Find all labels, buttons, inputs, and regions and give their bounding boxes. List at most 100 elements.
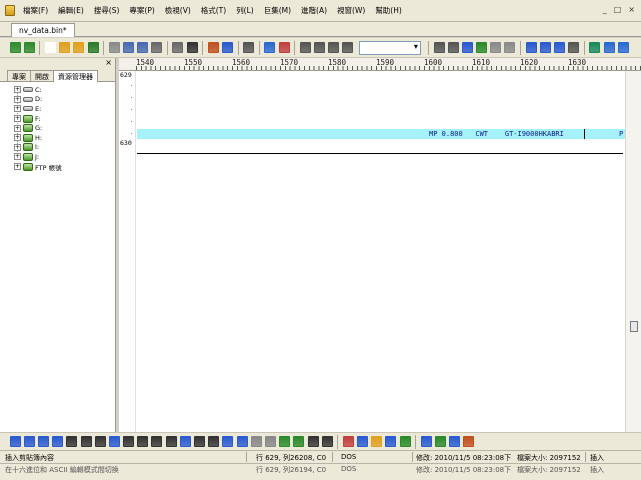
toolbar-button-icon[interactable] bbox=[293, 436, 305, 447]
toolbar-button-icon[interactable] bbox=[222, 42, 234, 53]
toolbar-button-icon[interactable] bbox=[463, 436, 475, 447]
toolbar-button-icon[interactable] bbox=[278, 42, 290, 53]
toolbar-button-icon[interactable] bbox=[357, 436, 369, 447]
toolbar-button-icon[interactable] bbox=[222, 436, 234, 447]
tree-item[interactable]: + FTP 帳號 bbox=[14, 162, 115, 172]
restore-icon[interactable]: □ bbox=[614, 5, 622, 14]
tree-item[interactable]: + E: bbox=[14, 104, 115, 114]
toolbar-button-icon[interactable] bbox=[137, 42, 149, 53]
tab-project[interactable]: 專案 bbox=[7, 70, 31, 81]
toolbar-button-icon[interactable] bbox=[313, 42, 325, 53]
toolbar-button-icon[interactable] bbox=[23, 436, 35, 447]
toolbar-combo[interactable] bbox=[358, 40, 421, 55]
toolbar-button-icon[interactable] bbox=[420, 436, 432, 447]
toolbar-button-icon[interactable] bbox=[172, 42, 184, 53]
tree-item[interactable]: + F: bbox=[14, 114, 115, 124]
toolbar-button-icon[interactable] bbox=[371, 436, 383, 447]
toolbar-button-icon[interactable] bbox=[449, 436, 461, 447]
close-icon[interactable]: × bbox=[628, 5, 635, 14]
tree-item[interactable]: + G: bbox=[14, 123, 115, 133]
toolbar-button-icon[interactable] bbox=[399, 436, 411, 447]
menu-window[interactable]: 視窗(W) bbox=[332, 5, 370, 16]
expand-icon[interactable]: + bbox=[14, 95, 21, 103]
vertical-scrollbar[interactable] bbox=[625, 71, 641, 437]
toolbar-button-icon[interactable] bbox=[328, 42, 340, 53]
toolbar-button-icon[interactable] bbox=[264, 436, 276, 447]
toolbar-button-icon[interactable] bbox=[23, 42, 35, 53]
tab-explorer[interactable]: 資源管理器 bbox=[53, 70, 98, 82]
menu-search[interactable]: 搜尋(S) bbox=[89, 5, 125, 16]
toolbar-button-icon[interactable] bbox=[207, 42, 219, 53]
toolbar-button-icon[interactable] bbox=[342, 42, 354, 53]
toolbar-button-icon[interactable] bbox=[208, 436, 220, 447]
menu-column[interactable]: 列(L) bbox=[231, 5, 259, 16]
toolbar-button-icon[interactable] bbox=[108, 436, 120, 447]
tree-item[interactable]: + J: bbox=[14, 152, 115, 162]
toolbar-button-icon[interactable] bbox=[151, 436, 163, 447]
expand-icon[interactable]: + bbox=[14, 153, 21, 161]
expand-icon[interactable]: + bbox=[14, 115, 21, 123]
toolbar-button-icon[interactable] bbox=[279, 436, 291, 447]
toolbar-button-icon[interactable] bbox=[37, 436, 49, 447]
toolbar-button-icon[interactable] bbox=[476, 42, 488, 53]
toolbar-button-icon[interactable] bbox=[539, 42, 551, 53]
menu-edit[interactable]: 編輯(E) bbox=[53, 5, 89, 16]
toolbar-button-icon[interactable] bbox=[264, 42, 276, 53]
toolbar-button-icon[interactable] bbox=[186, 42, 198, 53]
toolbar-button-icon[interactable] bbox=[9, 42, 21, 53]
toolbar-button-icon[interactable] bbox=[87, 42, 99, 53]
tree-item[interactable]: + D: bbox=[14, 95, 115, 105]
app-icon[interactable] bbox=[5, 5, 15, 16]
minimize-icon[interactable]: _ bbox=[603, 5, 607, 14]
expand-icon[interactable]: + bbox=[14, 124, 21, 132]
menu-macro[interactable]: 巨集(M) bbox=[259, 5, 296, 16]
text-area[interactable]: MP 0.800 CWT GT-I9000HKABRI P bbox=[137, 71, 625, 437]
toolbar-button-icon[interactable] bbox=[447, 42, 459, 53]
toolbar-button-icon[interactable] bbox=[589, 42, 601, 53]
toolbar-button-icon[interactable] bbox=[435, 436, 447, 447]
toolbar-button-icon[interactable] bbox=[568, 42, 580, 53]
toolbar-button-icon[interactable] bbox=[194, 436, 206, 447]
toolbar-button-icon[interactable] bbox=[250, 436, 262, 447]
toolbar-button-icon[interactable] bbox=[342, 436, 354, 447]
toolbar-button-icon[interactable] bbox=[504, 42, 516, 53]
document-tab[interactable]: nv_data.bin* bbox=[11, 23, 75, 37]
toolbar-button-icon[interactable] bbox=[151, 42, 163, 53]
toolbar-button-icon[interactable] bbox=[73, 42, 85, 53]
toolbar-button-icon[interactable] bbox=[603, 42, 615, 53]
menu-file[interactable]: 檔案(F) bbox=[18, 5, 53, 16]
toolbar-button-icon[interactable] bbox=[617, 42, 629, 53]
toolbar-button-icon[interactable] bbox=[307, 436, 319, 447]
tab-open[interactable]: 開啟 bbox=[30, 70, 54, 81]
toolbar-button-icon[interactable] bbox=[461, 42, 473, 53]
toolbar-button-icon[interactable] bbox=[52, 436, 64, 447]
menu-view[interactable]: 檢視(V) bbox=[160, 5, 196, 16]
tree-item[interactable]: + I: bbox=[14, 143, 115, 153]
menu-advanced[interactable]: 進階(A) bbox=[296, 5, 332, 16]
toolbar-button-icon[interactable] bbox=[385, 436, 397, 447]
toolbar-button-icon[interactable] bbox=[433, 42, 445, 53]
menu-project[interactable]: 專案(P) bbox=[124, 5, 159, 16]
toolbar-button-icon[interactable] bbox=[179, 436, 191, 447]
toolbar-button-icon[interactable] bbox=[321, 436, 333, 447]
toolbar-button-icon[interactable] bbox=[525, 42, 537, 53]
toolbar-button-icon[interactable] bbox=[123, 436, 135, 447]
toolbar-button-icon[interactable] bbox=[94, 436, 106, 447]
toolbar-button-icon[interactable] bbox=[59, 42, 71, 53]
toolbar-button-icon[interactable] bbox=[554, 42, 566, 53]
expand-icon[interactable]: + bbox=[14, 134, 21, 142]
toolbar-button-icon[interactable] bbox=[299, 42, 311, 53]
expand-icon[interactable]: + bbox=[14, 143, 21, 151]
toolbar-button-icon[interactable] bbox=[9, 436, 21, 447]
menu-help[interactable]: 幫助(H) bbox=[370, 5, 407, 16]
panel-close-icon[interactable]: × bbox=[105, 58, 112, 67]
tree-item[interactable]: + H: bbox=[14, 133, 115, 143]
toolbar-button-icon[interactable] bbox=[108, 42, 120, 53]
expand-icon[interactable]: + bbox=[14, 163, 21, 171]
toolbar-button-icon[interactable] bbox=[243, 42, 255, 53]
menu-format[interactable]: 格式(T) bbox=[196, 5, 231, 16]
toolbar-button-icon[interactable] bbox=[80, 436, 92, 447]
toolbar-button-icon[interactable] bbox=[165, 436, 177, 447]
vertical-scroll-thumb[interactable] bbox=[630, 321, 638, 332]
toolbar-button-icon[interactable] bbox=[137, 436, 149, 447]
